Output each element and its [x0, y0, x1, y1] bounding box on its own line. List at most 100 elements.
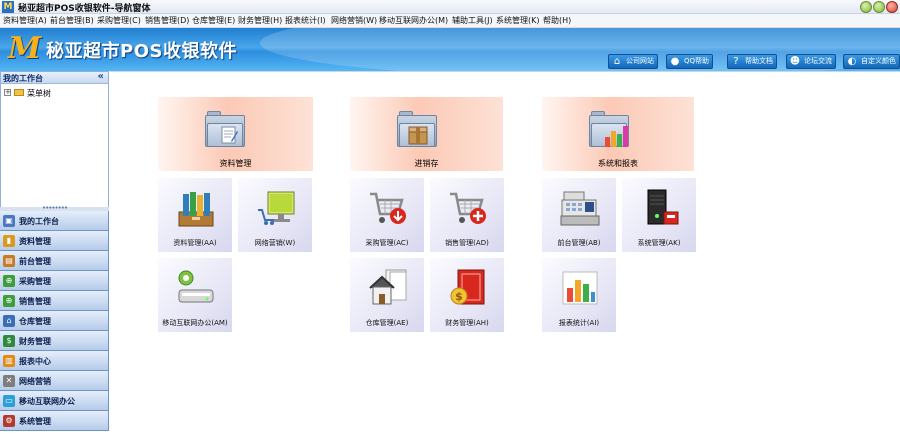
forum-label: 论坛交流	[804, 57, 832, 65]
nav-item-mobile[interactable]: ▭ 移动互联网办公	[0, 391, 109, 411]
help-docs-label: 帮助文档	[745, 57, 773, 65]
qq-help-label: QQ帮助	[684, 57, 710, 65]
bar-chart-icon	[560, 268, 600, 308]
nav-item-label: 网络营销	[19, 377, 51, 386]
nav-item-label: 销售管理	[19, 297, 51, 306]
tile-network-marketing[interactable]: 网络营销(W)	[238, 178, 312, 252]
nav-item-reports[interactable]: ▥ 报表中心	[0, 351, 109, 371]
group-data-management[interactable]: 资料管理	[158, 97, 313, 171]
nav-item-sales[interactable]: ⊕ 销售管理	[0, 291, 109, 311]
nav-item-purchase[interactable]: ⊕ 采购管理	[0, 271, 109, 291]
cart-icon: ⊕	[3, 275, 15, 287]
cart-sale-icon: ⊕	[3, 295, 15, 307]
tile-label: 仓库管理(AE)	[365, 319, 409, 327]
cash-register-icon: ▤	[3, 255, 15, 267]
tile-sales-management[interactable]: 销售管理(AD)	[430, 178, 504, 252]
book-icon: ▮	[3, 235, 15, 247]
nav-item-label: 我的工作台	[19, 217, 59, 226]
nav-item-warehouse[interactable]: ⌂ 仓库管理	[0, 311, 109, 331]
finance-icon: $	[3, 335, 15, 347]
menu-item-reports[interactable]: 报表统计(I)	[285, 15, 326, 26]
menu-item-tools[interactable]: 辅助工具(J)	[452, 15, 493, 26]
menu-bar: 资料管理(A) 前台管理(B) 采购管理(C) 销售管理(D) 仓库管理(E) …	[0, 14, 900, 28]
nav-item-finance[interactable]: $ 财务管理	[0, 331, 109, 351]
nav-item-system[interactable]: ⚙ 系统管理	[0, 411, 109, 431]
qq-help-link[interactable]: ● QQ帮助	[666, 54, 714, 69]
nav-item-label: 财务管理	[19, 337, 51, 346]
server-icon	[640, 188, 680, 228]
tile-label: 系统管理(AK)	[637, 239, 681, 247]
tile-label: 资料管理(AA)	[173, 239, 217, 247]
header-banner: M 秘亚超市POS收银软件 ⌂ 公司网站 ● QQ帮助 ? 帮助文档 ☻ 论坛交…	[0, 28, 900, 71]
nav-item-label: 资料管理	[19, 237, 51, 246]
group-label: 系统和报表	[598, 159, 638, 168]
tile-finance-management[interactable]: $ 财务管理(AH)	[430, 258, 504, 332]
folder-documents-icon	[205, 111, 245, 147]
nav-item-workbench[interactable]: ▣ 我的工作台	[0, 211, 109, 231]
nav-item-label: 报表中心	[19, 357, 51, 366]
tile-warehouse-management[interactable]: 仓库管理(AE)	[350, 258, 424, 332]
menu-item-help[interactable]: 帮助(H)	[543, 15, 571, 26]
tree-node-label: 菜单树	[27, 89, 51, 98]
window-title: 秘亚超市POS收银软件-导航窗体	[18, 4, 151, 14]
nav-item-label: 仓库管理	[19, 317, 51, 326]
monitor-cart-icon	[256, 188, 296, 228]
tile-label: 移动互联网办公(AM)	[162, 319, 228, 327]
maximize-button[interactable]	[873, 1, 885, 13]
expand-icon[interactable]: +	[4, 89, 11, 96]
cash-register-icon	[560, 188, 600, 228]
main-navigation-area: 资料管理 进销存 系统和报表 资料管理(AA) 网络营销(W) 采购管理(AC)…	[110, 71, 900, 434]
app-window: M 秘亚超市POS收银软件-导航窗体 资料管理(A) 前台管理(B) 采购管理(…	[0, 0, 900, 434]
tile-label: 财务管理(AH)	[445, 319, 489, 327]
mobile-office-icon: ▭	[3, 395, 15, 407]
tile-report-statistics[interactable]: 报表统计(AI)	[542, 258, 616, 332]
tile-mobile-office[interactable]: 移动互联网办公(AM)	[158, 258, 232, 332]
tile-data-management[interactable]: 资料管理(AA)	[158, 178, 232, 252]
drive-sync-icon	[176, 268, 216, 308]
nav-item-front[interactable]: ▤ 前台管理	[0, 251, 109, 271]
title-bar: M 秘亚超市POS收银软件-导航窗体	[0, 0, 900, 14]
workbench-panel: 我的工作台 « + 菜单树	[0, 71, 109, 209]
collapse-panel-button[interactable]: «	[98, 71, 104, 82]
tile-front-management[interactable]: 前台管理(AB)	[542, 178, 616, 252]
qq-penguin-icon: ●	[670, 56, 680, 67]
binders-icon	[176, 188, 216, 228]
close-button[interactable]	[886, 1, 898, 13]
nav-item-label: 移动互联网办公	[19, 397, 75, 406]
forum-users-icon: ☻	[789, 56, 801, 67]
folder-chart-icon	[589, 111, 629, 147]
group-system-reports[interactable]: 系统和报表	[542, 97, 694, 171]
custom-color-link[interactable]: ◐ 自定义颜色	[843, 54, 900, 69]
svg-text:$: $	[455, 290, 463, 303]
menu-item-system[interactable]: 系统管理(K)	[496, 15, 540, 26]
company-website-link[interactable]: ⌂ 公司网站	[608, 54, 658, 69]
forum-link[interactable]: ☻ 论坛交流	[786, 54, 836, 69]
menu-item-warehouse[interactable]: 仓库管理(E)	[192, 15, 235, 26]
minimize-button[interactable]	[860, 1, 872, 13]
brand-title: 秘亚超市POS收银软件	[46, 41, 237, 62]
workbench-header: 我的工作台 «	[1, 71, 108, 84]
menu-item-purchase[interactable]: 采购管理(C)	[97, 15, 141, 26]
menu-item-finance[interactable]: 财务管理(H)	[238, 15, 282, 26]
help-icon: ?	[733, 56, 739, 67]
menu-item-mobile[interactable]: 移动互联网办公(M)	[379, 15, 448, 26]
palette-icon: ◐	[847, 56, 857, 67]
menu-item-sales[interactable]: 销售管理(D)	[145, 15, 189, 26]
menu-item-data[interactable]: 资料管理(A)	[3, 15, 47, 26]
nav-item-data[interactable]: ▮ 资料管理	[0, 231, 109, 251]
group-label: 进销存	[414, 159, 439, 168]
app-logo-icon: M	[2, 1, 14, 13]
network-icon: ✕	[3, 375, 15, 387]
tile-purchase-management[interactable]: 采购管理(AC)	[350, 178, 424, 252]
help-docs-link[interactable]: ? 帮助文档	[727, 54, 777, 69]
tile-system-management[interactable]: 系统管理(AK)	[622, 178, 696, 252]
house-document-icon	[368, 268, 408, 308]
menu-item-front[interactable]: 前台管理(B)	[50, 15, 94, 26]
bar-chart-icon: ▥	[3, 355, 15, 367]
nav-item-marketing[interactable]: ✕ 网络营销	[0, 371, 109, 391]
menu-item-marketing[interactable]: 网络营销(W)	[331, 15, 377, 26]
module-nav: ▣ 我的工作台 ▮ 资料管理 ▤ 前台管理 ⊕ 采购管理 ⊕ 销售管理 ⌂ 仓库…	[0, 211, 109, 431]
group-inventory[interactable]: 进销存	[350, 97, 503, 171]
tile-label: 销售管理(AD)	[445, 239, 489, 247]
folder-box-icon	[397, 111, 437, 147]
